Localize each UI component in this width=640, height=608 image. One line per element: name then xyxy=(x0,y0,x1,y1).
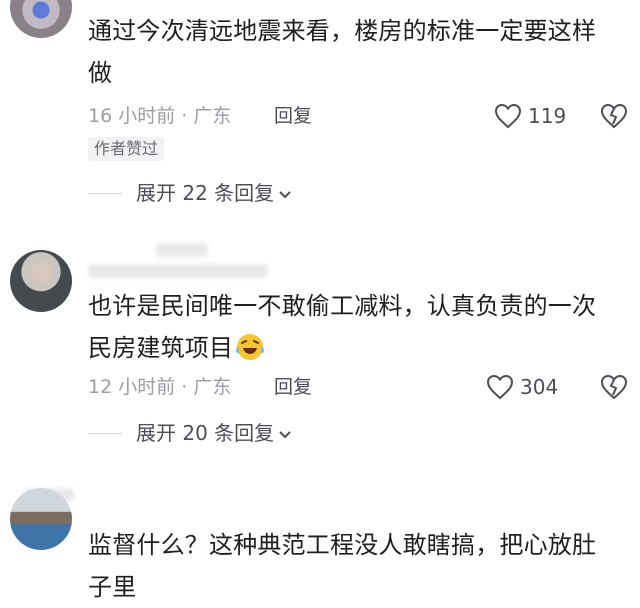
avatar[interactable] xyxy=(10,250,72,312)
laughing-crying-emoji-icon xyxy=(235,332,265,362)
username-blurred xyxy=(156,243,208,257)
expand-replies-label: 展开 20 条回复 xyxy=(136,421,275,445)
like-count: 119 xyxy=(528,104,567,128)
comment-text: 通过今次清远地震来看，楼房的标准一定要这样做 xyxy=(88,17,597,87)
avatar[interactable] xyxy=(10,0,72,38)
divider xyxy=(88,432,122,434)
expand-replies-button[interactable]: 展开 22 条回复 xyxy=(88,181,292,205)
like-count: 304 xyxy=(520,375,559,399)
chevron-down-icon xyxy=(278,181,292,205)
comment-time-location: 16 小时前 · 广东 xyxy=(88,105,232,127)
author-liked-badge: 作者赞过 xyxy=(88,137,165,161)
comment-time-location: 12 小时前 · 广东 xyxy=(88,376,232,398)
reply-button[interactable]: 回复 xyxy=(274,104,312,128)
dislike-button[interactable] xyxy=(600,374,628,400)
divider xyxy=(88,192,122,194)
comment-text: 监督什么？这种典范工程没人敢瞎搞，把心放肚子里 xyxy=(88,531,597,601)
avatar[interactable] xyxy=(10,488,72,550)
heart-icon xyxy=(486,374,514,400)
dislike-button[interactable] xyxy=(600,103,628,129)
expand-replies-label: 展开 22 条回复 xyxy=(136,181,275,205)
heart-icon xyxy=(494,103,522,129)
expand-replies-button[interactable]: 展开 20 条回复 xyxy=(88,421,292,445)
like-button[interactable]: 304 xyxy=(486,374,558,400)
like-button[interactable]: 119 xyxy=(494,103,566,129)
username-blurred xyxy=(88,264,268,278)
broken-heart-icon xyxy=(600,103,628,129)
reply-button[interactable]: 回复 xyxy=(274,375,312,399)
chevron-down-icon xyxy=(278,421,292,445)
comment-text: 也许是民间唯一不敢偷工减料，认真负责的一次民房建筑项目 xyxy=(88,285,616,369)
broken-heart-icon xyxy=(600,374,628,400)
comment-text-content: 也许是民间唯一不敢偷工减料，认真负责的一次民房建筑项目 xyxy=(88,292,597,362)
